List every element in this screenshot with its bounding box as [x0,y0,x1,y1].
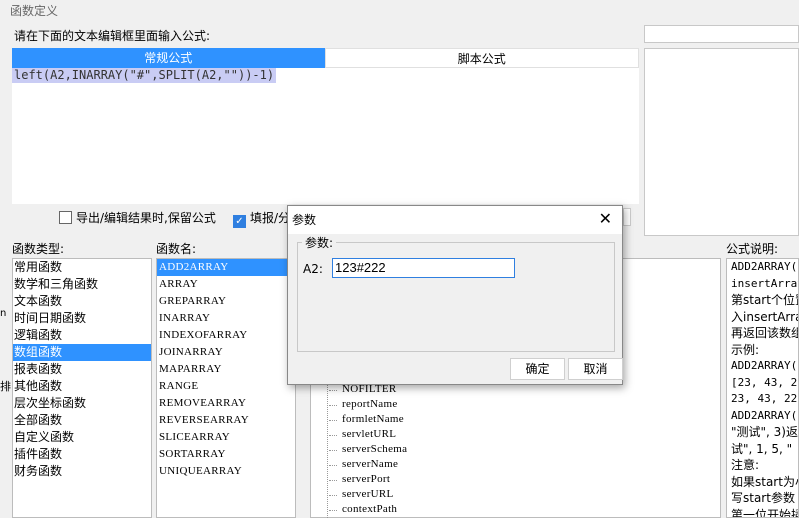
tree-connector-dot [329,450,337,451]
parameter-item[interactable]: serverURL [342,488,394,500]
description-line: 第一位开始插 [731,507,799,518]
category-item[interactable]: 逻辑函数 [13,327,151,344]
left-edge-glyph: 排 [0,380,11,393]
function-item[interactable]: GREPARRAY [157,293,295,310]
description-line: 示例: [731,342,760,357]
formula-tabs: 常规公式 脚本公式 [12,48,639,68]
parameter-group: 参数: A2: 123#222 [297,234,615,352]
function-item[interactable]: SLICEARRAY [157,429,295,446]
close-icon[interactable]: ✕ [599,211,612,227]
category-item[interactable]: 时间日期函数 [13,310,151,327]
function-item[interactable]: REVERSEARRAY [157,412,295,429]
tree-connector-dot [329,435,337,436]
parameter-item[interactable]: serverPort [342,473,390,485]
fill-report-label: 填报/分 [250,211,291,225]
description-line: 再返回该数组 [731,326,799,340]
checkbox-unchecked-icon[interactable] [59,211,72,224]
function-item[interactable]: REMOVEARRAY [157,395,295,412]
parameter-item[interactable]: serverName [342,458,398,470]
tab-regular-formula[interactable]: 常规公式 [12,48,325,68]
function-item[interactable]: INDEXOFARRAY [157,327,295,344]
tree-connector-dot [329,420,337,421]
category-item[interactable]: 自定义函数 [13,429,151,446]
description-line: 入insertArra [731,309,799,324]
tree-connector-dot [329,405,337,406]
tree-connector-dot [329,390,337,391]
param-a2-input[interactable]: 123#222 [332,258,515,278]
function-item[interactable]: UNIQUEARRAY [157,463,295,480]
category-item[interactable]: 插件函数 [13,446,151,463]
parameter-item[interactable]: formletName [342,413,404,425]
tree-connector-dot [329,465,337,466]
parameter-item[interactable]: contextPath [342,503,397,515]
tree-connector-dot [329,480,337,481]
category-list[interactable]: 常用函数 数学和三角函数 文本函数 时间日期函数 逻辑函数 数组函数 报表函数 其他函数 层次坐… [12,258,152,518]
description-box: ADD2ARRAY(a insertArray, 第start个位置入insertA… [726,258,799,518]
function-item[interactable]: MAPARRAY [157,361,295,378]
parameter-item[interactable]: servletURL [342,428,396,440]
description-line: ADD2ARRAY([ [731,359,799,372]
export-keep-formula-option[interactable]: 导出/编辑结果时,保留公式 [59,209,216,226]
function-name-label: 函数名: [156,242,197,256]
tree-connector-dot [329,495,337,496]
param-a2-label: A2: [303,262,323,276]
category-item[interactable]: 全部函数 [13,412,151,429]
tree-connector-dot [329,510,337,511]
parameter-group-title: 参数: [302,234,337,251]
description-line: "测试", 3)返 [731,425,798,439]
dialog-title: 参数 [292,213,317,227]
description-line: 如果start为小 [731,474,798,489]
category-item[interactable]: 文本函数 [13,293,151,310]
function-item[interactable]: INARRAY [157,310,295,327]
parameter-item[interactable]: reportName [342,398,398,410]
formula-text: left(A2,INARRAY("#",SPLIT(A2,""))-1) [12,68,277,83]
category-item[interactable]: 财务函数 [13,463,151,480]
category-item[interactable]: 数学和三角函数 [13,276,151,293]
description-line: 23, 43, 22, [731,392,799,405]
description-line: ADD2ARRAY(a [731,260,799,273]
parameter-item[interactable]: serverSchema [342,443,407,455]
top-right-field[interactable] [644,25,799,43]
formula-editor[interactable]: left(A2,INARRAY("#",SPLIT(A2,""))-1) [12,68,639,204]
description-line: 写start参数 [731,491,795,505]
category-item[interactable]: 数组函数 [13,344,151,361]
dialog-title-bar: 参数 ✕ [288,206,622,234]
parameter-dialog: 参数 ✕ 参数: A2: 123#222 确定 取消 [287,205,623,385]
category-item[interactable]: 常用函数 [13,259,151,276]
description-line: 第start个位置 [731,293,798,307]
export-keep-formula-label: 导出/编辑结果时,保留公式 [76,211,216,225]
formula-prompt: 请在下面的文本编辑框里面输入公式: [14,29,211,43]
description-line: 注意: [731,458,760,472]
hidden-button-edge [623,208,631,226]
description-line: [23, 43, 22] [731,375,798,389]
tab-script-formula[interactable]: 脚本公式 [324,48,639,68]
ok-button[interactable]: 确定 [510,358,565,380]
description-line: insertArray, [731,276,798,290]
function-item[interactable]: SORTARRAY [157,446,295,463]
category-item[interactable]: 报表函数 [13,361,151,378]
formula-preview-panel [644,48,799,236]
function-item[interactable]: JOINARRAY [157,344,295,361]
function-item[interactable]: ADD2ARRAY [157,259,295,276]
cancel-button[interactable]: 取消 [568,358,623,380]
description-line: ADD2ARRAY([ [731,408,799,422]
category-item[interactable]: 层次坐标函数 [13,395,151,412]
window-title: 函数定义 [10,4,59,18]
left-edge-glyph: n [0,308,7,319]
category-item[interactable]: 其他函数 [13,378,151,395]
checkbox-checked-icon[interactable]: ✓ [233,215,246,228]
function-list[interactable]: ADD2ARRAY ARRAY GREPARRAY INARRAY INDEXOFARR… [156,258,296,518]
fill-report-option[interactable]: ✓ 填报/分 [233,209,290,228]
description-line: 试", 1, 5, " [731,441,793,456]
description-label: 公式说明: [726,242,779,256]
category-label: 函数类型: [12,242,65,256]
function-item[interactable]: ARRAY [157,276,295,293]
function-item[interactable]: RANGE [157,378,295,395]
